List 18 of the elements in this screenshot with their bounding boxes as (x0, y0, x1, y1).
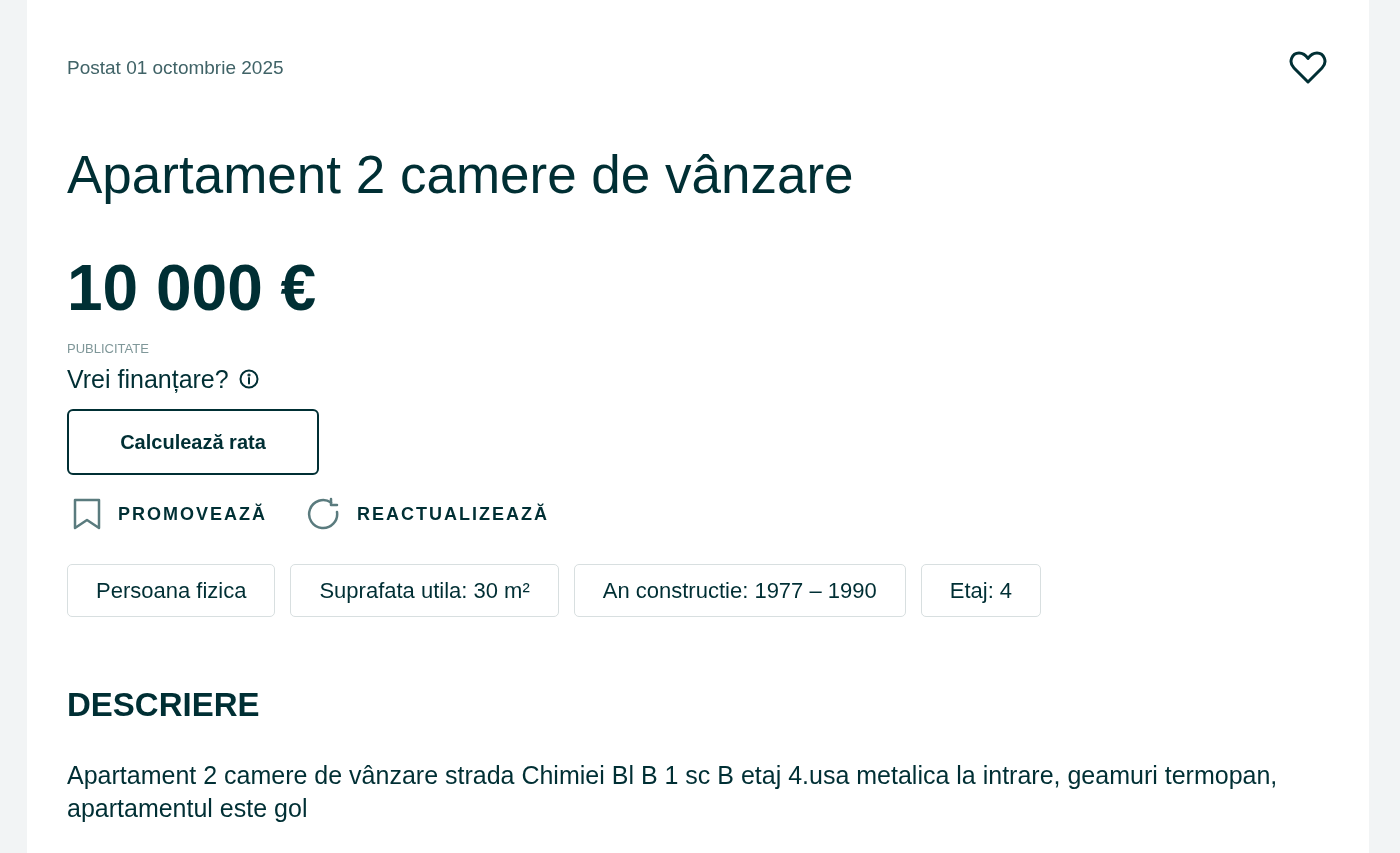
action-link[interactable]: REACTUALIZEAZĂ (307, 497, 549, 531)
property-tag: Suprafata utila: 30 m² (290, 564, 559, 617)
bookmark-icon (72, 498, 102, 530)
financing-question: Vrei finanțare? (67, 364, 229, 395)
price: 10 000 € (67, 252, 318, 324)
description-heading: DESCRIERE (67, 685, 261, 725)
property-tag: Etaj: 4 (920, 564, 1042, 617)
property-tag: An constructie: 1977 – 1990 (573, 564, 906, 617)
heart-icon (1289, 51, 1327, 85)
listing-title: Apartament 2 camere de vânzare (67, 145, 855, 205)
info-icon[interactable] (238, 369, 259, 389)
refresh-icon (307, 497, 341, 531)
posted-date: Postat 01 octombrie 2025 (67, 56, 284, 80)
action-link[interactable]: PROMOVEAZĂ (72, 498, 267, 530)
calculate-rate-button[interactable]: Calculează rata (67, 409, 319, 475)
description-text: Apartament 2 camere de vânzare strada Chimiei Bl B 1 sc B etaj 4.usa metalica la intrare, geamuri termopan, apartamentul este gol (67, 760, 1279, 824)
ad-label: PUBLICITATE (67, 342, 150, 356)
property-tag: Persoana fizica (67, 564, 276, 617)
